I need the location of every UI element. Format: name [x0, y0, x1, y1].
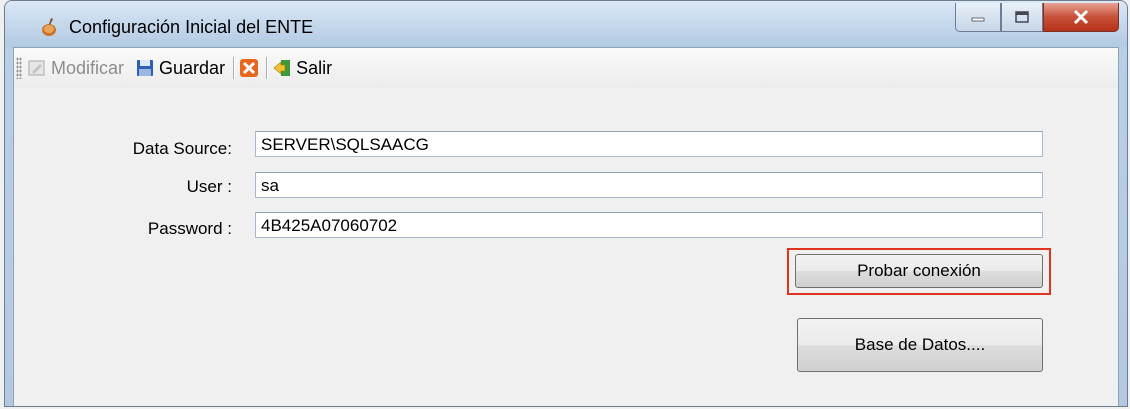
password-label: Password :: [147, 219, 232, 238]
user-label: User :: [186, 177, 232, 196]
toolbar-separator: [233, 57, 235, 79]
app-icon: [42, 18, 56, 36]
password-field[interactable]: 4B425A07060702: [255, 212, 1043, 238]
test-connection-button[interactable]: Probar conexión: [795, 254, 1043, 288]
close-icon: [1073, 9, 1089, 25]
minimize-button[interactable]: [955, 3, 1001, 32]
modify-button[interactable]: Modificar: [28, 58, 124, 79]
toolbar-separator: [266, 57, 268, 79]
exit-icon: [273, 60, 291, 76]
database-button[interactable]: Base de Datos....: [797, 318, 1043, 372]
exit-label: Salir: [296, 57, 333, 78]
close-button[interactable]: [1043, 3, 1119, 32]
user-field[interactable]: sa: [255, 172, 1043, 198]
cancel-button[interactable]: [240, 59, 259, 77]
exit-button[interactable]: Salir: [273, 58, 332, 79]
modify-label: Modificar: [51, 57, 125, 78]
edit-icon: [28, 60, 45, 76]
window-title: Configuración Inicial del ENTE: [69, 17, 314, 37]
data-source-label: Data Source:: [132, 139, 232, 158]
toolbar: Modificar Guardar Salir: [14, 48, 1118, 88]
minimize-icon: [971, 17, 985, 22]
save-icon: [137, 60, 154, 76]
toolbar-grip[interactable]: [16, 57, 22, 79]
title-bar[interactable]: Configuración Inicial del ENTE: [5, 1, 1127, 47]
save-label: Guardar: [159, 57, 226, 78]
maximize-button[interactable]: [1001, 3, 1043, 32]
maximize-icon: [1015, 11, 1029, 23]
cancel-icon: [240, 59, 259, 77]
save-button[interactable]: Guardar: [136, 58, 225, 79]
data-source-field[interactable]: SERVER\SQLSAACG: [255, 131, 1043, 157]
